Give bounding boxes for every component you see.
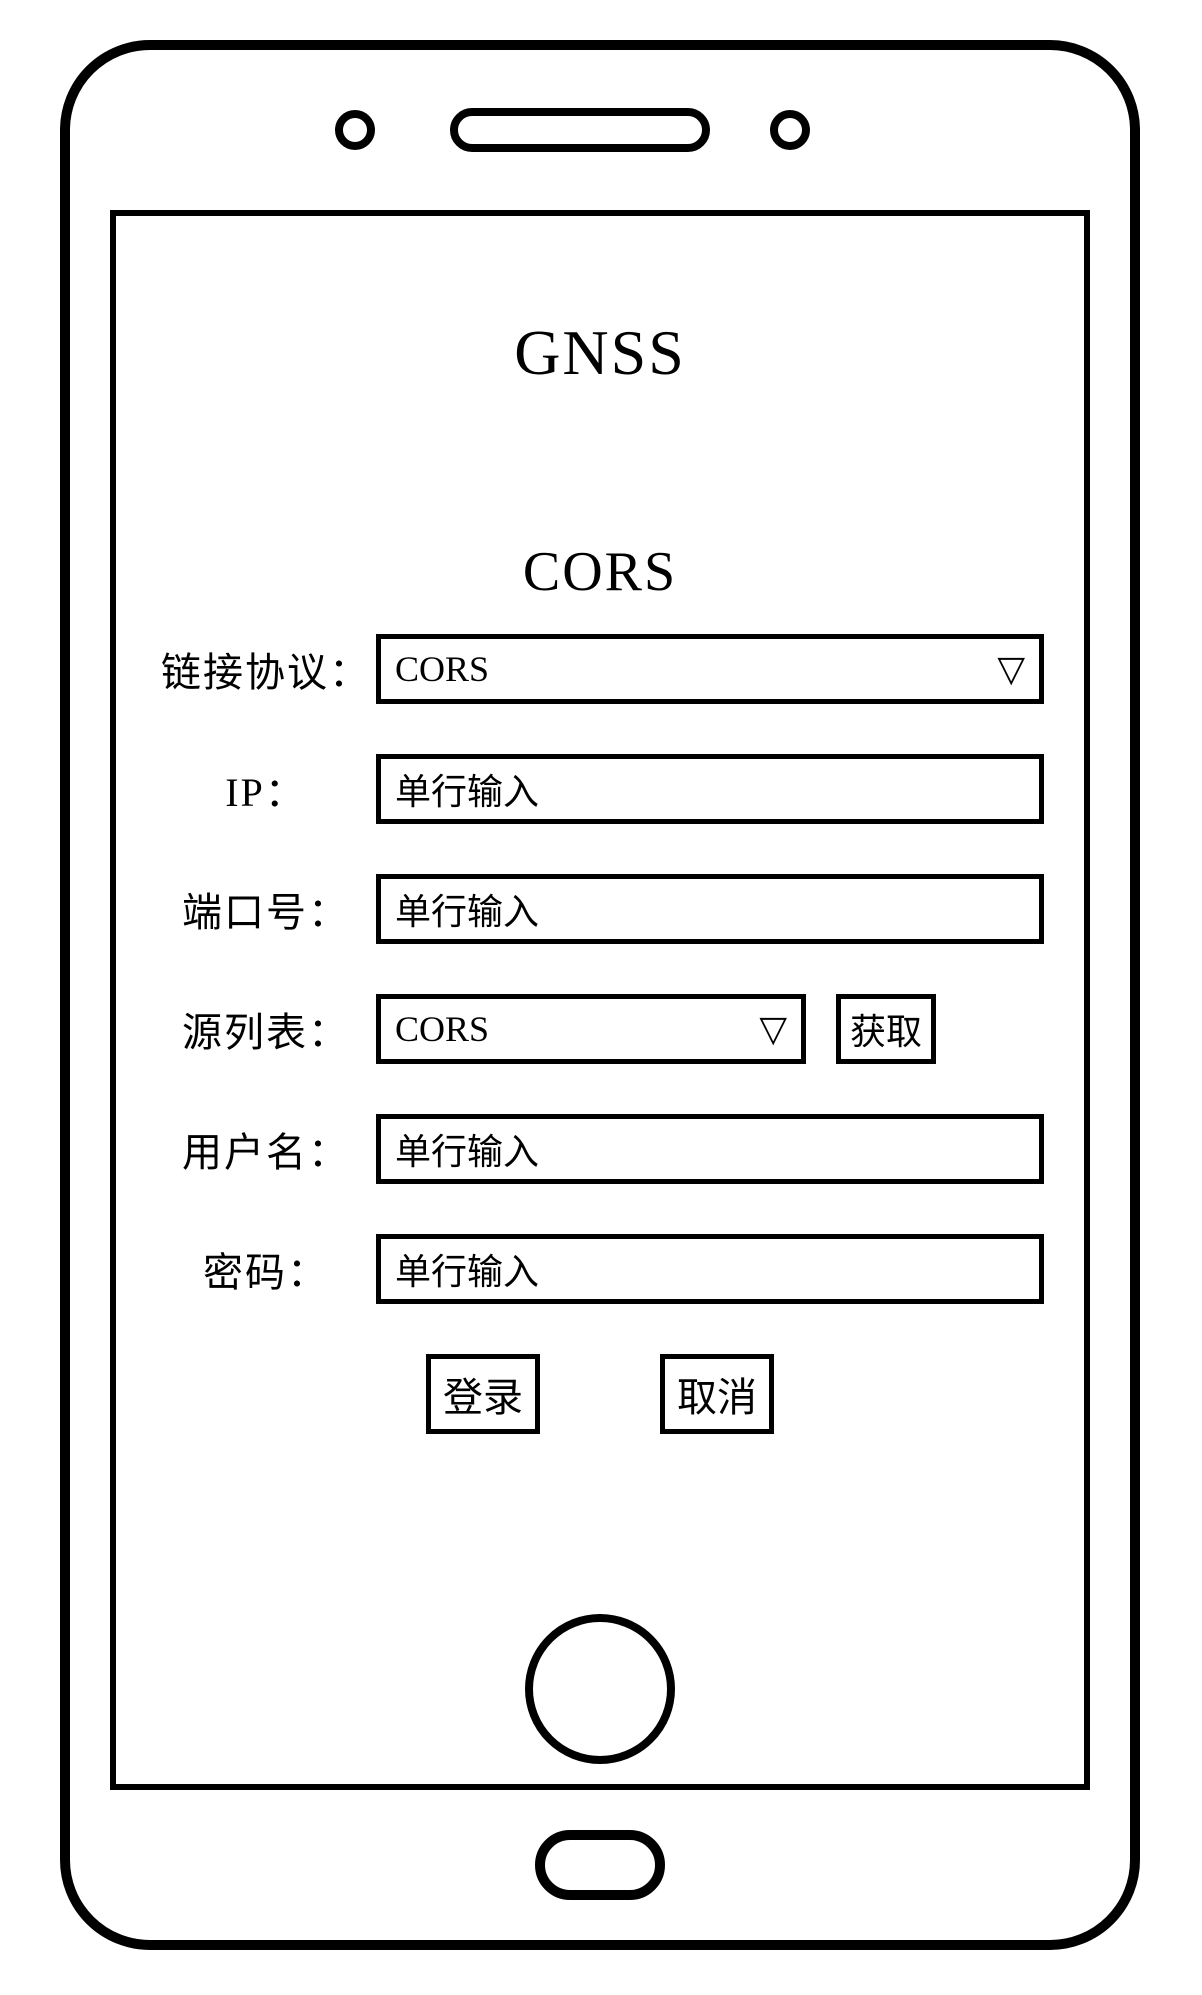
sensor-left-icon <box>335 110 375 150</box>
chevron-down-icon: ▽ <box>997 651 1025 687</box>
row-username: 用户名： 单行输入 <box>156 1114 1044 1184</box>
source-list-select[interactable]: CORS ▽ <box>376 994 806 1064</box>
protocol-select-value: CORS <box>395 648 489 690</box>
label-password: 密码： <box>156 1240 376 1298</box>
home-circle-icon <box>525 1614 675 1764</box>
label-source-list: 源列表： <box>156 1000 376 1058</box>
password-input-placeholder: 单行输入 <box>395 1243 539 1295</box>
screen: GNSS CORS 链接协议： CORS ▽ IP： 单行输入 <box>110 210 1090 1790</box>
row-password: 密码： 单行输入 <box>156 1234 1044 1304</box>
speaker-grille-icon <box>450 108 710 152</box>
ip-input[interactable]: 单行输入 <box>376 754 1044 824</box>
username-input[interactable]: 单行输入 <box>376 1114 1044 1184</box>
row-source-list: 源列表： CORS ▽ 获取 <box>156 994 1044 1064</box>
login-button[interactable]: 登录 <box>426 1354 540 1434</box>
phone-outline: GNSS CORS 链接协议： CORS ▽ IP： 单行输入 <box>60 40 1140 1950</box>
login-button-label: 登录 <box>443 1375 523 1420</box>
section-title: CORS <box>156 540 1044 604</box>
home-pill-icon[interactable] <box>535 1830 665 1900</box>
label-ip: IP： <box>156 760 376 818</box>
source-list-select-value: CORS <box>395 1008 489 1050</box>
label-username: 用户名： <box>156 1120 376 1178</box>
password-input[interactable]: 单行输入 <box>376 1234 1044 1304</box>
chevron-down-icon: ▽ <box>759 1011 787 1047</box>
protocol-select[interactable]: CORS ▽ <box>376 634 1044 704</box>
cancel-button[interactable]: 取消 <box>660 1354 774 1434</box>
row-ip: IP： 单行输入 <box>156 754 1044 824</box>
fetch-button-label: 获取 <box>850 1003 922 1055</box>
page-title: GNSS <box>156 316 1044 390</box>
row-port: 端口号： 单行输入 <box>156 874 1044 944</box>
sensor-right-icon <box>770 110 810 150</box>
button-row: 登录 取消 <box>156 1354 1044 1434</box>
fetch-button[interactable]: 获取 <box>836 994 936 1064</box>
canvas: GNSS CORS 链接协议： CORS ▽ IP： 单行输入 <box>0 0 1202 1995</box>
label-protocol: 链接协议： <box>156 640 376 698</box>
cancel-button-label: 取消 <box>677 1375 757 1420</box>
row-protocol: 链接协议： CORS ▽ <box>156 634 1044 704</box>
username-input-placeholder: 单行输入 <box>395 1123 539 1175</box>
label-port: 端口号： <box>156 880 376 938</box>
port-input-placeholder: 单行输入 <box>395 883 539 935</box>
port-input[interactable]: 单行输入 <box>376 874 1044 944</box>
ip-input-placeholder: 单行输入 <box>395 763 539 815</box>
